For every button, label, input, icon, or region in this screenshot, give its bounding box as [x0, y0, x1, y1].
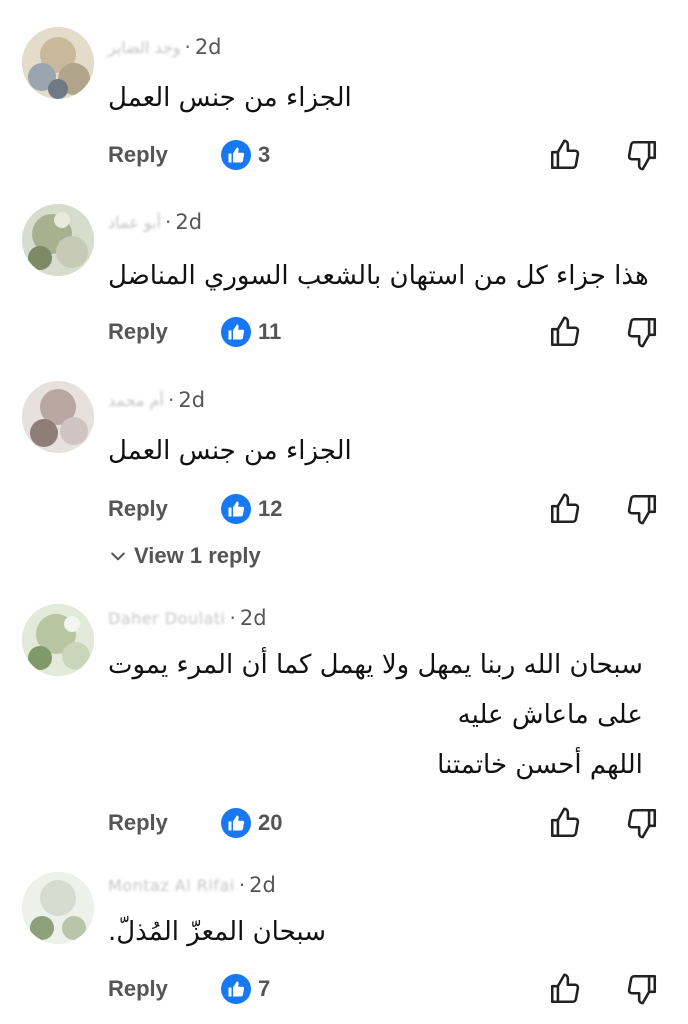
reply-button[interactable]: Reply: [108, 810, 168, 836]
comment-actions: Reply 3: [0, 138, 688, 178]
reply-button[interactable]: Reply: [108, 976, 168, 1002]
like-summary[interactable]: 11: [221, 315, 281, 349]
chevron-down-icon: [111, 552, 125, 561]
like-count: 20: [258, 810, 283, 835]
comment-text: الجزاء من جنس العمل: [108, 73, 352, 123]
comment-time: 2d: [175, 210, 203, 234]
like-summary[interactable]: 7: [221, 972, 270, 1006]
like-summary[interactable]: 12: [221, 492, 282, 526]
comment-actions: Reply 12: [0, 492, 688, 532]
like-count: 7: [258, 976, 271, 1001]
thumbs-down-icon[interactable]: [625, 492, 659, 526]
comment-text-line: سبحان الله ربنا يمهل ولا يهمل كما أن الم…: [108, 650, 643, 680]
comment-text: سبحان المعزّ المُذلّ.: [108, 907, 326, 957]
comment-text-line: على ماعاش عليه: [457, 700, 643, 730]
comment-author[interactable]: أبو عماد: [108, 213, 161, 232]
comment-time: 2d: [249, 873, 276, 897]
thumbs-down-icon[interactable]: [625, 972, 659, 1006]
meta-separator: ·: [229, 606, 236, 630]
thumbs-up-icon[interactable]: [548, 315, 582, 349]
meta-separator: ·: [238, 873, 246, 897]
comment-text: سبحان الله ربنا يمهل ولا يهمل كما أن الم…: [108, 640, 643, 790]
comment-text: الجزاء من جنس العمل: [108, 426, 352, 476]
like-reaction-icon: [221, 808, 251, 838]
comment-text-line: هذا جزاء كل من استهان بالشعب السوري المن…: [108, 261, 649, 291]
reply-button[interactable]: Reply: [108, 319, 168, 345]
comment-meta: Daher Doulati · 2d: [108, 603, 267, 633]
like-count: 3: [258, 142, 271, 167]
like-reaction-icon: [221, 974, 251, 1004]
comment-actions: Reply 11: [0, 315, 688, 355]
avatar[interactable]: [22, 381, 94, 453]
like-count: 11: [258, 319, 282, 344]
reply-button[interactable]: Reply: [108, 496, 168, 522]
avatar[interactable]: [22, 204, 94, 276]
comment-author[interactable]: وجد الضاير: [108, 38, 180, 57]
comment-time: 2d: [194, 35, 222, 59]
comment-author[interactable]: Daher Doulati: [108, 609, 226, 628]
comment-time: 2d: [178, 388, 206, 412]
thumbs-down-icon[interactable]: [625, 806, 659, 840]
thumbs-down-icon[interactable]: [625, 138, 659, 172]
comment-text-line: اللهم أحسن خاتمتنا: [437, 750, 643, 780]
meta-separator: ·: [167, 388, 175, 412]
comment-actions: Reply 20: [0, 806, 688, 846]
comment-text-line: الجزاء من جنس العمل: [108, 436, 352, 466]
view-replies-label: View 1 reply: [134, 543, 261, 568]
comment-time: 2d: [239, 606, 267, 630]
comment-meta: Montaz Al Rifai · 2d: [108, 870, 276, 900]
comment-text-line: سبحان المعزّ المُذلّ.: [108, 917, 327, 947]
like-summary[interactable]: 3: [221, 138, 270, 172]
like-reaction-icon: [221, 140, 251, 170]
thumbs-down-icon[interactable]: [625, 315, 659, 349]
comment-meta: أم محمد · 2d: [108, 385, 205, 415]
comment-text: هذا جزاء كل من استهان بالشعب السوري المن…: [108, 251, 649, 301]
comment-text-line: الجزاء من جنس العمل: [108, 83, 352, 113]
like-reaction-icon: [221, 317, 251, 347]
avatar[interactable]: [22, 604, 94, 676]
like-reaction-icon: [221, 494, 251, 524]
comment-author[interactable]: Montaz Al Rifai: [108, 876, 235, 895]
reply-button[interactable]: Reply: [108, 142, 168, 168]
avatar[interactable]: [22, 27, 94, 99]
thumbs-up-icon[interactable]: [548, 492, 582, 526]
thumbs-up-icon[interactable]: [548, 806, 582, 840]
comment-meta: وجد الضاير · 2d: [108, 32, 222, 62]
comment-actions: Reply 7: [0, 972, 688, 1012]
comment-meta: أبو عماد · 2d: [108, 207, 202, 237]
thumbs-up-icon[interactable]: [548, 138, 582, 172]
avatar[interactable]: [22, 872, 94, 944]
meta-separator: ·: [184, 35, 191, 59]
like-summary[interactable]: 20: [221, 806, 282, 840]
thumbs-up-icon[interactable]: [548, 972, 582, 1006]
like-count: 12: [258, 496, 283, 521]
meta-separator: ·: [165, 210, 172, 234]
view-replies-button[interactable]: View 1 reply: [108, 543, 261, 569]
comment-author[interactable]: أم محمد: [108, 391, 164, 410]
